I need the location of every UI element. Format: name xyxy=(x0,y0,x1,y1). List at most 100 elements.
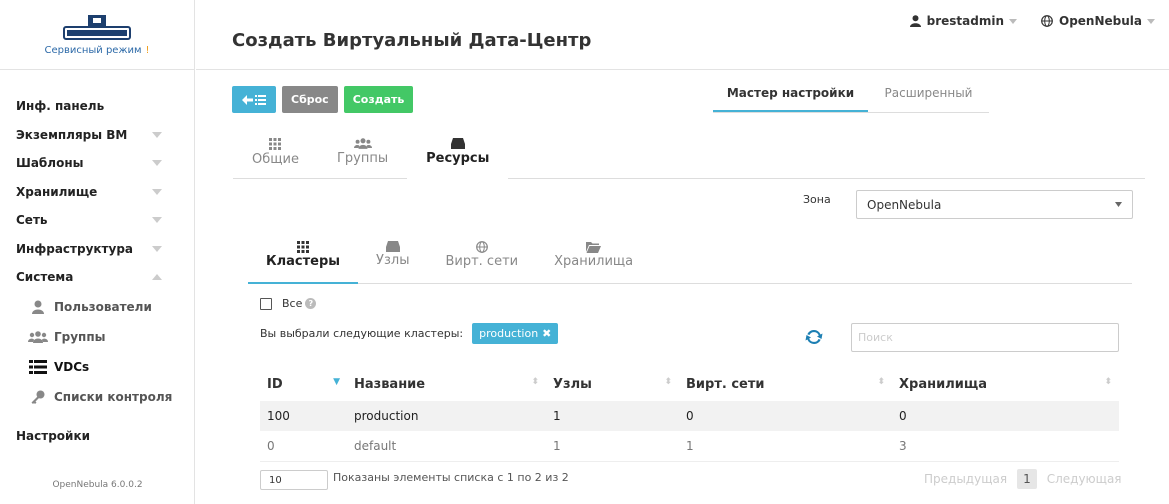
close-icon[interactable]: ✖ xyxy=(542,327,551,340)
refresh-icon[interactable] xyxy=(805,328,823,346)
sidebar-item-groups[interactable]: Группы xyxy=(0,322,194,352)
select-all-checkbox[interactable] xyxy=(260,297,272,310)
sidebar-item-label: VDCs xyxy=(54,359,90,374)
tab-wizard[interactable]: Мастер настройки xyxy=(713,86,868,112)
column-header-datastores[interactable]: Хранилища ⬍ xyxy=(892,368,1119,401)
zone-dropdown[interactable]: OpenNebula xyxy=(1041,14,1161,28)
sidebar-item-system[interactable]: Система xyxy=(0,263,194,292)
column-header-label: Вирт. сети xyxy=(686,377,765,392)
cell-hosts: 1 xyxy=(546,431,679,462)
cell-id: 100 xyxy=(260,401,347,431)
sort-icon: ⬍ xyxy=(1104,377,1112,387)
version-label: OpenNebula 6.0.0.2 xyxy=(52,480,143,490)
sidebar-item-label: Инфраструктура xyxy=(16,241,134,256)
chevron-down-icon xyxy=(1009,18,1017,24)
current-page[interactable]: 1 xyxy=(1017,469,1037,489)
chevron-down-icon xyxy=(152,188,162,195)
chevron-down-icon xyxy=(1115,202,1122,207)
hdd-icon xyxy=(385,241,400,252)
users-icon xyxy=(353,138,372,149)
tab-label: Ресурсы xyxy=(426,151,490,166)
grid-icon xyxy=(297,241,310,253)
sidebar-menu: Инф. панель Экземпляры ВМ Шаблоны Хранил… xyxy=(0,70,194,450)
zone-select-value: OpenNebula xyxy=(867,197,942,212)
prev-page-button[interactable]: Предыдущая xyxy=(918,472,1013,486)
pagination: Предыдущая 1 Следующая xyxy=(918,469,1128,489)
user-menu: brestadmin OpenNebula xyxy=(892,14,1161,28)
sidebar-item-label: Сеть xyxy=(16,213,48,228)
tab-advanced[interactable]: Расширенный xyxy=(868,86,989,112)
tab-datastores[interactable]: Хранилища xyxy=(536,241,651,284)
chevron-down-icon xyxy=(152,131,162,138)
users-icon xyxy=(28,329,48,345)
column-header-name[interactable]: Название ⬍ xyxy=(347,368,546,401)
sidebar-item-settings[interactable]: Настройки xyxy=(0,422,194,451)
cell-vnets: 0 xyxy=(679,401,892,431)
tab-general[interactable]: Общие xyxy=(233,138,318,179)
header: Создать Виртуальный Дата-Центр brestadmi… xyxy=(196,0,1169,70)
tag-label: production xyxy=(479,327,539,340)
user-icon xyxy=(909,15,921,27)
sidebar-item-label: Списки контроля xyxy=(54,389,173,404)
sidebar: Сервисный режим! Инф. панель Экземпляры … xyxy=(0,0,195,504)
tab-groups[interactable]: Группы xyxy=(318,138,407,179)
sidebar-item-label: Настройки xyxy=(16,428,91,443)
warning-icon: ! xyxy=(145,45,150,56)
tab-label: Узлы xyxy=(376,253,410,268)
sort-icon: ⬍ xyxy=(664,377,672,387)
sidebar-item-label: Группы xyxy=(54,329,106,344)
zone-select[interactable]: OpenNebula xyxy=(856,190,1133,219)
next-page-button[interactable]: Следующая xyxy=(1041,472,1128,486)
tab-hosts[interactable]: Узлы xyxy=(358,241,427,284)
sidebar-item-vms[interactable]: Экземпляры ВМ xyxy=(0,121,194,150)
service-mode-label: Сервисный режим! xyxy=(44,45,149,56)
sidebar-item-vdcs[interactable]: VDCs xyxy=(0,352,194,382)
user-icon xyxy=(28,299,48,315)
toolbar: Сброс Создать xyxy=(232,86,414,113)
hdd-icon xyxy=(450,138,465,149)
column-header-label: Название xyxy=(354,377,426,392)
back-button[interactable] xyxy=(232,86,276,113)
cell-name: default xyxy=(347,431,546,462)
sidebar-item-templates[interactable]: Шаблоны xyxy=(0,149,194,178)
tab-resources[interactable]: Ресурсы xyxy=(407,138,509,179)
sidebar-item-users[interactable]: Пользователи xyxy=(0,292,194,322)
cell-datastores: 3 xyxy=(892,431,1119,462)
help-icon[interactable]: ? xyxy=(305,298,317,309)
create-button[interactable]: Создать xyxy=(343,86,414,113)
cell-datastores: 0 xyxy=(892,401,1119,431)
key-icon xyxy=(28,389,48,405)
column-header-label: Узлы xyxy=(553,377,592,392)
selected-label: Вы выбрали следующие кластеры: xyxy=(260,327,464,340)
brest-logo[interactable] xyxy=(62,13,132,43)
zone-label: Зона xyxy=(803,193,831,206)
select-all-label: Все xyxy=(282,297,303,310)
sidebar-item-network[interactable]: Сеть xyxy=(0,206,194,235)
user-dropdown[interactable]: brestadmin xyxy=(909,14,1023,28)
tab-vnets[interactable]: Вирт. сети xyxy=(427,241,536,284)
column-header-vnets[interactable]: Вирт. сети ⬍ xyxy=(679,368,892,401)
back-list-icon xyxy=(242,94,266,105)
grid-icon xyxy=(269,138,282,150)
zone-name: OpenNebula xyxy=(1059,14,1142,28)
sidebar-item-storage[interactable]: Хранилище xyxy=(0,178,194,207)
search-input[interactable] xyxy=(851,323,1119,352)
sidebar-item-label: Инф. панель xyxy=(16,99,105,114)
column-header-hosts[interactable]: Узлы ⬍ xyxy=(546,368,679,401)
sidebar-item-infrastructure[interactable]: Инфраструктура xyxy=(0,235,194,264)
sidebar-item-label: Хранилище xyxy=(16,184,98,199)
username: brestadmin xyxy=(926,14,1004,28)
chevron-up-icon xyxy=(152,274,162,281)
tab-clusters[interactable]: Кластеры xyxy=(248,241,359,284)
selected-clusters: Вы выбрали следующие кластеры: productio… xyxy=(260,323,559,344)
column-header-id[interactable]: ID ▼ xyxy=(260,368,347,401)
table-row[interactable]: 100 production 1 0 0 xyxy=(260,401,1119,431)
reset-button[interactable]: Сброс xyxy=(282,86,338,113)
table-row[interactable]: 0 default 1 1 3 xyxy=(260,431,1119,462)
sort-icon: ⬍ xyxy=(877,377,885,387)
tab-label: Кластеры xyxy=(266,254,341,269)
sidebar-item-acls[interactable]: Списки контроля xyxy=(0,382,194,412)
chevron-down-icon xyxy=(152,217,162,224)
page-length-select[interactable]: 10 xyxy=(260,470,328,490)
sidebar-item-dashboard[interactable]: Инф. панель xyxy=(0,92,194,121)
